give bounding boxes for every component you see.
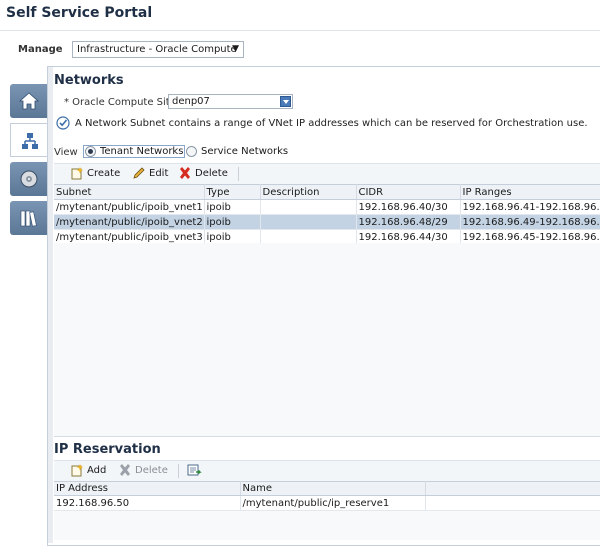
column-header-type[interactable]: Type [204,184,261,200]
tab-storage[interactable] [10,162,48,196]
column-header-ip-ranges[interactable]: IP Ranges [460,184,600,200]
manage-label: Manage [18,44,63,55]
table-header-row: Subnet Type Description CIDR IP Ranges [54,184,600,200]
ip-reservation-toolbar: Add Delete [54,460,600,481]
column-header-ip-address[interactable]: IP Address [54,481,241,496]
column-header-cidr[interactable]: CIDR [356,184,461,200]
cell-subnet: /mytenant/public/ipoib_vnet2 [54,214,205,230]
manage-select[interactable]: Infrastructure - Oracle Compute ▼ [72,41,244,58]
networks-toolbar: Create Edit Delete [54,163,600,184]
radio-selected-icon [85,146,96,157]
cell-filler [425,495,600,511]
create-button[interactable]: Create [70,166,120,180]
delete-x-icon [180,167,190,179]
panel-shade [48,67,53,543]
page-title: Self Service Portal [6,5,153,21]
export-button[interactable] [187,463,202,477]
cell-description [260,214,357,230]
info-text: A Network Subnet contains a range of VNe… [75,118,588,129]
cell-description [260,199,357,215]
radio-service-label: Service Networks [201,146,289,157]
cell-cidr: 192.168.96.40/30 [356,199,461,215]
radio-unselected-icon [186,146,197,157]
tab-home[interactable] [10,84,48,118]
edit-label: Edit [149,167,169,179]
network-icon [22,133,38,149]
radio-service-networks[interactable]: Service Networks [186,146,288,157]
disk-icon [20,170,38,188]
cell-cidr: 192.168.96.48/29 [356,214,461,230]
cell-type: ipoib [204,199,261,215]
add-icon [71,464,84,477]
table-header-row: IP Address Name [54,481,600,496]
add-label: Add [87,464,107,476]
ip-reservation-table: IP Address Name 192.168.96.50 /mytenant/… [54,481,600,511]
tab-networks[interactable] [10,123,48,157]
cell-subnet: /mytenant/public/ipoib_vnet1 [54,199,205,215]
ip-delete-label: Delete [135,464,168,476]
toolbar-separator [178,464,179,478]
cell-ip-ranges: 192.168.96.49-192.168.96.54 [460,214,600,230]
library-icon [20,210,37,227]
cell-name: /mytenant/public/ip_reserve1 [240,495,426,511]
header-divider [0,30,600,31]
column-header-filler [425,481,600,496]
column-header-description[interactable]: Description [260,184,357,200]
manage-select-value: Infrastructure - Oracle Compute [77,44,237,55]
site-select[interactable]: denp07 [168,94,293,109]
export-icon [187,464,202,476]
column-header-name[interactable]: Name [240,481,426,496]
cell-ip-address: 192.168.96.50 [54,495,241,511]
site-label: * Oracle Compute Site [64,97,176,108]
toolbar-separator [238,167,239,181]
ip-table-empty-area [54,511,600,540]
view-label: View [54,147,78,158]
edit-button[interactable]: Edit [132,166,168,180]
networks-table-empty-area [54,243,600,437]
chevron-down-icon: ▼ [232,44,239,54]
dropdown-arrow-icon[interactable] [280,96,291,107]
add-button[interactable]: Add [70,463,106,477]
radio-tenant-label: Tenant Networks [100,146,184,157]
delete-button[interactable]: Delete [178,166,228,180]
networks-title: Networks [54,73,124,88]
delete-label: Delete [195,167,228,179]
table-row-selected[interactable]: /mytenant/public/ipoib_vnet2 ipoib 192.1… [54,214,600,230]
table-row[interactable]: 192.168.96.50 /mytenant/public/ip_reserv… [54,495,600,511]
radio-tenant-networks[interactable]: Tenant Networks [83,145,186,158]
ip-reservation-title: IP Reservation [54,442,161,457]
tab-library[interactable] [10,201,48,235]
delete-x-icon [120,464,130,476]
ip-delete-button[interactable]: Delete [118,463,168,477]
column-header-subnet[interactable]: Subnet [54,184,205,200]
cell-ip-ranges: 192.168.96.41-192.168.96.42 [460,199,600,215]
home-icon [19,92,39,110]
check-info-icon [56,116,70,133]
table-row[interactable]: /mytenant/public/ipoib_vnet1 ipoib 192.1… [54,199,600,215]
create-icon [71,167,84,180]
cell-type: ipoib [204,214,261,230]
left-tab-strip [10,84,48,240]
networks-table: Subnet Type Description CIDR IP Ranges /… [54,184,600,245]
create-label: Create [87,167,121,179]
pencil-icon [133,167,145,179]
site-select-value: denp07 [172,96,210,107]
